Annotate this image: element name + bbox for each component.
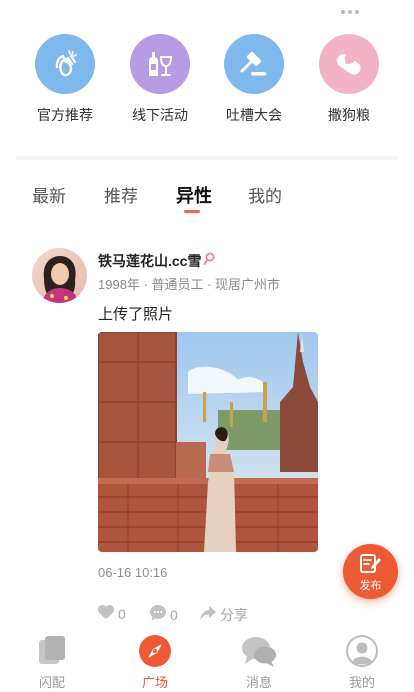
bottom-nav: 闪配 广场 消息 我的 bbox=[0, 632, 414, 692]
quick-actions: 官方推荐 线下活动 吐槽大会 撒狗粮 bbox=[0, 34, 414, 130]
tab-latest[interactable]: 最新 bbox=[32, 182, 66, 207]
comment-count: 0 bbox=[170, 606, 178, 623]
quick-action-label: 官方推荐 bbox=[37, 107, 93, 123]
nav-square[interactable]: 广场 bbox=[115, 632, 195, 691]
tab-opposite-sex[interactable]: 异性 bbox=[176, 182, 212, 208]
nav-label: 消息 bbox=[245, 675, 272, 690]
comment-icon bbox=[150, 605, 166, 624]
clapping-hands-icon bbox=[35, 34, 95, 94]
avatar[interactable] bbox=[32, 248, 87, 303]
nav-profile[interactable]: 我的 bbox=[322, 632, 402, 691]
share-icon bbox=[200, 606, 216, 624]
quick-action-label: 撒狗粮 bbox=[328, 107, 370, 123]
more-options-icon[interactable] bbox=[341, 10, 359, 14]
profile-icon bbox=[322, 632, 402, 668]
quick-action-show-affection[interactable]: 撒狗粮 bbox=[304, 34, 394, 125]
pill-heart-icon bbox=[319, 34, 379, 94]
post-timestamp: 06-16 10:16 bbox=[98, 565, 168, 580]
publish-label: 发布 bbox=[359, 580, 382, 592]
publish-button[interactable]: 发布 bbox=[343, 544, 398, 599]
quick-action-label: 吐槽大会 bbox=[226, 107, 282, 123]
post-text: 上传了照片 bbox=[98, 306, 174, 323]
nav-label: 闪配 bbox=[38, 675, 65, 690]
like-button[interactable]: 0 bbox=[98, 605, 126, 623]
compass-icon bbox=[115, 632, 195, 668]
post-photo[interactable] bbox=[98, 332, 318, 552]
active-tab-indicator bbox=[184, 210, 200, 213]
nav-messages[interactable]: 消息 bbox=[219, 632, 299, 691]
share-button[interactable]: 分享 bbox=[200, 605, 248, 625]
nav-label: 广场 bbox=[141, 675, 168, 690]
quick-action-official[interactable]: 官方推荐 bbox=[20, 34, 110, 125]
nav-label: 我的 bbox=[348, 675, 375, 690]
post-actions: 0 0 分享 bbox=[98, 605, 368, 627]
username[interactable]: 铁马莲花山.cc雪 bbox=[98, 251, 201, 271]
edit-note-icon bbox=[360, 553, 382, 580]
username-row: 铁马莲花山.cc雪 bbox=[98, 251, 215, 271]
gavel-icon bbox=[224, 34, 284, 94]
cards-icon bbox=[12, 632, 92, 668]
share-label: 分享 bbox=[220, 607, 248, 623]
female-gender-icon bbox=[203, 252, 215, 271]
nav-flash-match[interactable]: 闪配 bbox=[12, 632, 92, 691]
chat-bubbles-icon bbox=[219, 632, 299, 668]
tab-mine[interactable]: 我的 bbox=[248, 182, 282, 207]
quick-action-offline-events[interactable]: 线下活动 bbox=[115, 34, 205, 125]
section-divider bbox=[16, 156, 398, 160]
quick-action-roast-meeting[interactable]: 吐槽大会 bbox=[209, 34, 299, 125]
like-count: 0 bbox=[118, 606, 126, 622]
tab-recommended[interactable]: 推荐 bbox=[104, 182, 138, 207]
comment-button[interactable]: 0 bbox=[150, 605, 178, 624]
quick-action-label: 线下活动 bbox=[132, 107, 188, 123]
user-meta: 1998年 · 普通员工 · 现居广州市 bbox=[98, 277, 281, 292]
wine-glass-icon bbox=[130, 34, 190, 94]
heart-icon bbox=[98, 605, 114, 623]
